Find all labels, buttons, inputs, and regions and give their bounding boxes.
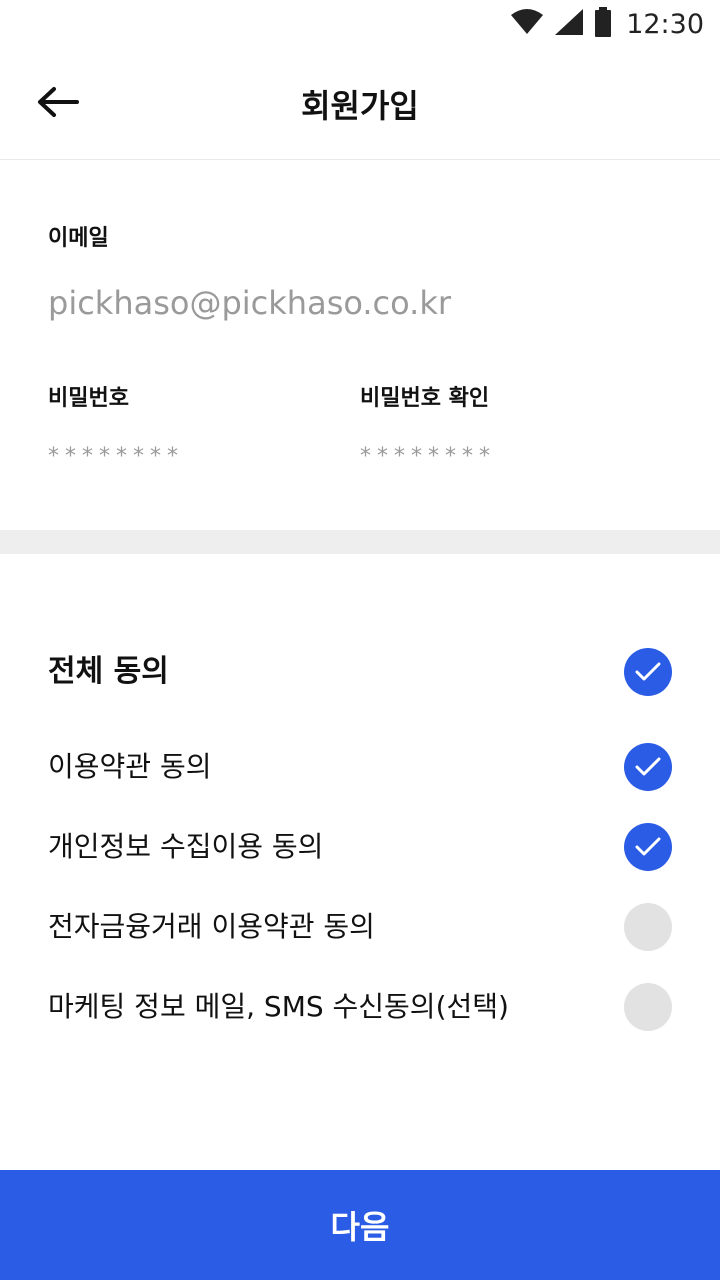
agree-terms-label: 이용약관 동의 <box>48 750 212 783</box>
section-divider <box>0 530 720 554</box>
agree-privacy-row[interactable]: 개인정보 수집이용 동의 <box>0 815 720 879</box>
signal-icon <box>554 8 584 40</box>
password-label: 비밀번호 <box>48 386 129 411</box>
password-confirm-label: 비밀번호 확인 <box>360 386 490 411</box>
agree-all-row[interactable]: 전체 동의 <box>0 640 720 704</box>
status-time: 12:30 <box>626 8 704 40</box>
agree-marketing-checkbox[interactable] <box>624 983 672 1031</box>
next-button[interactable]: 다음 <box>0 1170 720 1280</box>
wifi-icon <box>510 9 544 39</box>
agree-all-label: 전체 동의 <box>48 654 169 689</box>
password-field[interactable] <box>48 436 328 476</box>
agree-marketing-row[interactable]: 마케팅 정보 메일, SMS 수신동의(선택) <box>0 975 720 1039</box>
agree-terms-checkbox[interactable] <box>624 743 672 791</box>
agree-efinance-label: 전자금융거래 이용약관 동의 <box>48 910 375 943</box>
email-field[interactable] <box>48 278 668 328</box>
password-confirm-field[interactable] <box>360 436 640 476</box>
app-bar: 회원가입 <box>0 48 720 160</box>
agree-privacy-label: 개인정보 수집이용 동의 <box>48 830 324 863</box>
agree-efinance-checkbox[interactable] <box>624 903 672 951</box>
agree-privacy-checkbox[interactable] <box>624 823 672 871</box>
battery-icon <box>594 7 612 41</box>
agree-efinance-row[interactable]: 전자금융거래 이용약관 동의 <box>0 895 720 959</box>
page-title: 회원가입 <box>301 87 419 125</box>
agree-marketing-label: 마케팅 정보 메일, SMS 수신동의(선택) <box>48 990 509 1023</box>
status-bar: 12:30 <box>0 0 720 48</box>
agree-all-checkbox[interactable] <box>624 648 672 696</box>
email-label: 이메일 <box>48 226 109 251</box>
agree-terms-row[interactable]: 이용약관 동의 <box>0 735 720 799</box>
